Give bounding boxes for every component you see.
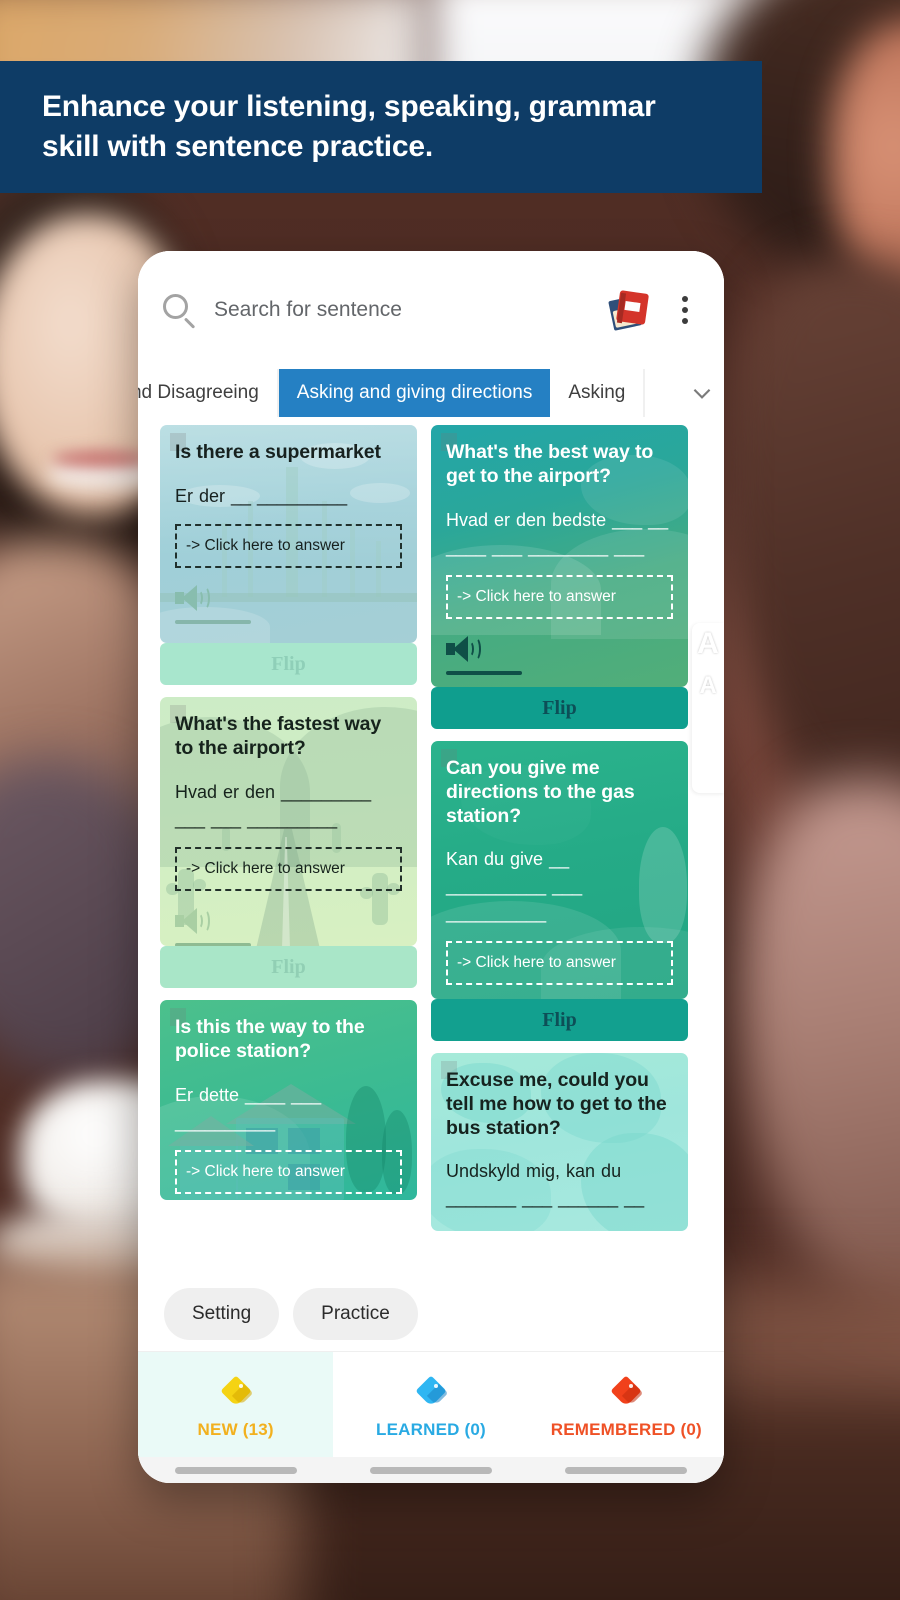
search-bar (138, 251, 724, 369)
card-question: Can you give me directions to the gas st… (446, 757, 635, 827)
flashcard-police-station[interactable]: Is this the way to the police station? E… (160, 1000, 417, 1200)
flashcard-fastest-way-airport[interactable]: What's the fastest way to the airport? H… (160, 697, 417, 946)
flashcard-item[interactable]: What's the best way to get to the airpor… (431, 425, 688, 729)
card-answer-line: Hvad er den _________ ___ ___ _________ (175, 781, 372, 829)
card-question: Is this the way to the police station? (175, 1016, 365, 1062)
card-answer-input[interactable]: -> Click here to answer (446, 941, 673, 986)
bottom-indicator-row (138, 1457, 724, 1483)
flip-button[interactable]: Flip (431, 687, 688, 729)
practice-button[interactable]: Practice (293, 1288, 418, 1340)
grid-layout-icon[interactable] (693, 713, 723, 743)
bottom-tab-label: NEW (13) (197, 1419, 274, 1439)
indicator-cell (529, 1457, 724, 1483)
bottom-tab-remembered[interactable]: REMEMBERED (0) (529, 1352, 724, 1457)
card-progress-underline (175, 942, 251, 946)
card-answer-input[interactable]: -> Click here to answer (175, 1149, 402, 1194)
flashcard-item[interactable]: Excuse me, could you tell me how to get … (431, 1053, 688, 1231)
indicator-bar[interactable] (565, 1466, 688, 1474)
phone-mockup: ng and Disagreeing Asking and giving dir… (138, 251, 724, 1483)
speaker-icon[interactable] (175, 907, 210, 935)
speaker-icon[interactable] (175, 584, 210, 612)
tag-icon-red (610, 1374, 644, 1410)
font-size-small-icon[interactable]: A (693, 671, 723, 701)
font-size-large-icon[interactable]: A (693, 629, 723, 659)
card-progress-underline (446, 670, 522, 675)
background-woman-lips (52, 452, 148, 465)
card-answer-line: Hvad er den bedste ___ __ ____ ___ _____… (446, 509, 669, 557)
flashcard-item[interactable]: Can you give me directions to the gas st… (431, 741, 688, 1041)
card-answer-line: Er dette ____ ___ __________ (175, 1084, 322, 1132)
card-question: What's the fastest way to the airport? (175, 713, 382, 759)
card-answer-input[interactable]: -> Click here to answer (446, 574, 673, 619)
bottom-tab-new[interactable]: NEW (13) (138, 1352, 334, 1457)
eye-hidden-icon[interactable] (693, 755, 723, 785)
flip-button[interactable]: Flip (160, 946, 417, 988)
card-answer-input[interactable]: -> Click here to answer (175, 846, 402, 891)
bottom-tab-label: REMEMBERED (0) (550, 1419, 702, 1439)
card-question: Excuse me, could you tell me how to get … (446, 1069, 667, 1139)
app-screen: ng and Disagreeing Asking and giving dir… (138, 251, 724, 1483)
indicator-bar[interactable] (369, 1466, 492, 1474)
indicator-cell (138, 1457, 333, 1483)
card-answer-line: Er der __ _________ (175, 485, 348, 506)
card-answer-line: Undskyld mig, kan du _______ ___ ______ … (446, 1161, 645, 1231)
category-tab-row: ng and Disagreeing Asking and giving dir… (138, 369, 724, 417)
kebab-menu-icon[interactable] (670, 296, 700, 324)
flashcard-item[interactable]: What's the fastest way to the airport? H… (160, 697, 417, 988)
card-answer-input[interactable]: -> Click here to answer (175, 523, 402, 568)
setting-button[interactable]: Setting (164, 1288, 280, 1340)
flashcard-gas-station[interactable]: Can you give me directions to the gas st… (431, 741, 688, 999)
flashcard-item[interactable]: Is there a supermarket Er der __ _______… (160, 425, 417, 685)
flashcard-column-left: Is there a supermarket Er der __ _______… (160, 425, 417, 1277)
indicator-cell (333, 1457, 528, 1483)
card-question: Is there a supermarket (175, 441, 381, 463)
search-icon[interactable] (160, 291, 198, 329)
card-progress-underline (175, 619, 251, 624)
floating-display-toolbar[interactable]: A A (692, 623, 724, 793)
promo-banner: Enhance your listening, speaking, gramma… (0, 61, 762, 193)
flashcard-item[interactable]: Is this the way to the police station? E… (160, 1000, 417, 1200)
banner-headline: Enhance your listening, speaking, gramma… (42, 90, 656, 163)
flashcard-grid[interactable]: Is there a supermarket Er der __ _______… (138, 417, 724, 1277)
tag-icon-yellow (220, 1374, 253, 1410)
indicator-bar[interactable] (174, 1466, 297, 1474)
speaker-icon[interactable] (446, 635, 481, 663)
search-input[interactable] (198, 298, 608, 322)
card-question: What's the best way to get to the airpor… (446, 441, 654, 487)
chevron-down-icon[interactable] (680, 369, 724, 417)
tab-asking[interactable]: Asking (550, 369, 646, 417)
card-answer-line: Kan du give __ __________ ___ __________ (446, 849, 583, 924)
bottom-tab-learned[interactable]: LEARNED (0) (333, 1352, 528, 1457)
bottom-tab-bar: NEW (13) LEARNED (0) REMEMBERED (0) (138, 1351, 724, 1457)
flashcard-column-right: What's the best way to get to the airpor… (431, 425, 688, 1277)
flashcard-best-way-airport[interactable]: What's the best way to get to the airpor… (431, 425, 688, 687)
action-pill-row: Setting Practice (138, 1277, 724, 1351)
flashcard-supermarket[interactable]: Is there a supermarket Er der __ _______… (160, 425, 417, 643)
flashcard-bus-station[interactable]: Excuse me, could you tell me how to get … (431, 1053, 688, 1231)
flip-button[interactable]: Flip (431, 999, 688, 1041)
bottom-tab-label: LEARNED (0) (376, 1419, 486, 1439)
tab-disagreeing[interactable]: ng and Disagreeing (138, 369, 279, 417)
tag-icon-blue (415, 1374, 449, 1410)
flip-button[interactable]: Flip (160, 643, 417, 685)
books-icon[interactable] (608, 288, 652, 332)
tab-asking-and-giving-directions[interactable]: Asking and giving directions (278, 369, 551, 417)
